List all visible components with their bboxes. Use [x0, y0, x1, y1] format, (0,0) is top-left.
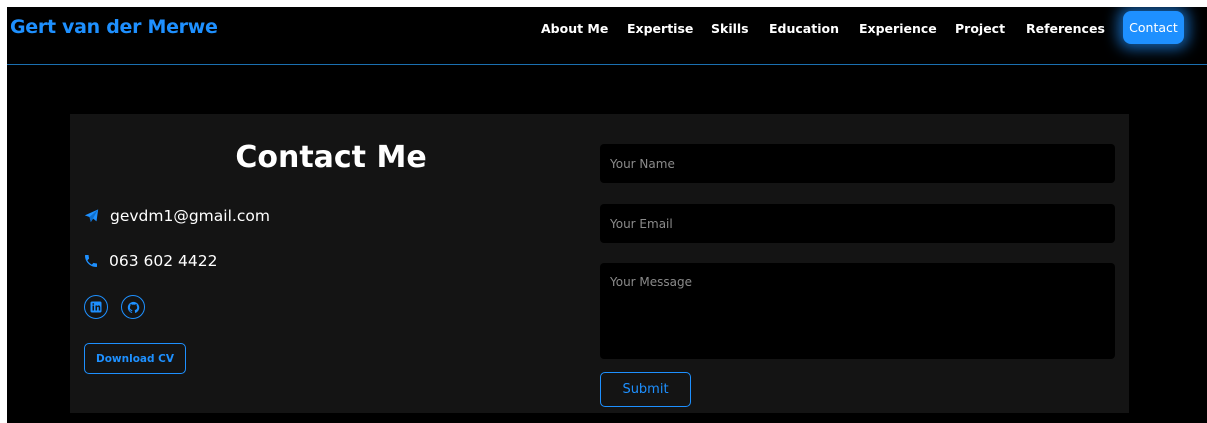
download-cv-button[interactable]: Download CV — [84, 343, 186, 374]
nav-about-me[interactable]: About Me — [541, 21, 608, 36]
page-title: Contact Me — [235, 140, 427, 175]
paper-plane-icon — [84, 209, 99, 222]
page-frame: Gert van der Merwe About Me Expertise Sk… — [7, 7, 1207, 423]
name-input[interactable] — [600, 144, 1115, 183]
nav-education[interactable]: Education — [769, 21, 839, 36]
phone-text: 063 602 4422 — [109, 252, 218, 270]
submit-button[interactable]: Submit — [600, 372, 691, 407]
nav-skills[interactable]: Skills — [711, 21, 749, 36]
nav-project[interactable]: Project — [955, 21, 1005, 36]
github-icon — [127, 301, 139, 313]
email-row[interactable]: gevdm1@gmail.com — [83, 207, 270, 225]
navbar: Gert van der Merwe About Me Expertise Sk… — [7, 7, 1207, 65]
phone-icon — [85, 255, 97, 267]
nav-contact-button[interactable]: Contact — [1123, 11, 1184, 44]
contact-panel: Contact Me gevdm1@gmail.com 063 602 4422 — [70, 114, 1129, 413]
brand-logo[interactable]: Gert van der Merwe — [10, 16, 218, 38]
nav-experience[interactable]: Experience — [859, 21, 937, 36]
github-link[interactable] — [121, 295, 145, 319]
email-text: gevdm1@gmail.com — [110, 207, 270, 225]
message-textarea[interactable] — [600, 263, 1115, 359]
email-input[interactable] — [600, 204, 1115, 243]
linkedin-link[interactable] — [84, 295, 108, 319]
nav-expertise[interactable]: Expertise — [627, 21, 693, 36]
phone-row[interactable]: 063 602 4422 — [83, 252, 217, 270]
nav-references[interactable]: References — [1026, 21, 1105, 36]
linkedin-icon — [90, 301, 102, 313]
